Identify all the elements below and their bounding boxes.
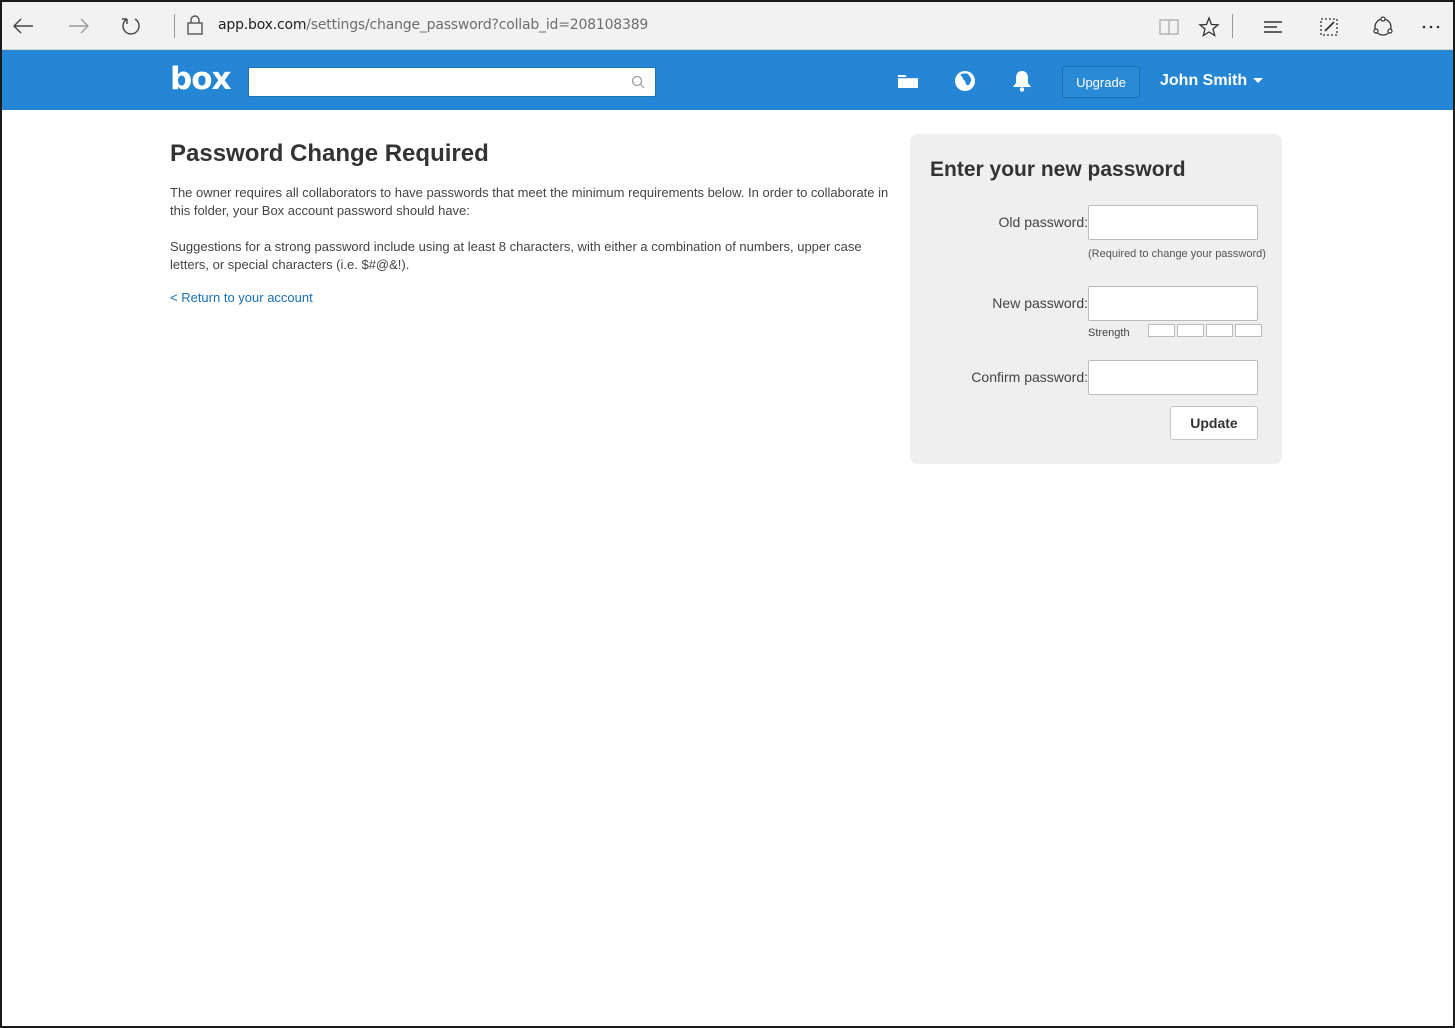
confirm-password-field[interactable]	[1088, 360, 1258, 395]
browser-toolbar: app.box.com/settings/change_password?col…	[2, 2, 1453, 50]
chevron-down-icon	[1253, 78, 1264, 84]
strength-meter-segment	[1235, 324, 1262, 337]
strength-label: Strength	[1088, 327, 1130, 339]
lock-icon	[186, 14, 204, 41]
refresh-icon[interactable]	[116, 10, 146, 42]
forward-icon[interactable]	[64, 10, 94, 42]
suggestions-text: Suggestions for a strong password includ…	[170, 239, 862, 272]
update-button[interactable]: Update	[1170, 406, 1258, 440]
browser-window: app.box.com/settings/change_password?col…	[0, 0, 1455, 1028]
hub-icon[interactable]	[1258, 12, 1288, 42]
reading-view-icon[interactable]	[1154, 12, 1184, 42]
back-icon[interactable]	[8, 10, 38, 42]
url-path: /settings/change_password?collab_id=2081…	[306, 17, 649, 33]
box-logo[interactable]: box	[170, 61, 231, 97]
search-input[interactable]	[248, 67, 656, 97]
old-password-label: Old password:	[998, 214, 1088, 230]
new-password-field[interactable]	[1088, 286, 1258, 321]
old-password-hint: (Required to change your password)	[1088, 248, 1266, 260]
web-note-icon[interactable]	[1314, 12, 1344, 42]
strength-meter-segment	[1177, 324, 1204, 337]
strength-meter-segment	[1148, 324, 1175, 337]
user-name: John Smith	[1160, 72, 1248, 89]
address-bar[interactable]: app.box.com/settings/change_password?col…	[218, 17, 648, 33]
address-separator	[174, 14, 175, 38]
strength-meter-segment	[1206, 324, 1233, 337]
share-icon[interactable]	[1368, 12, 1398, 42]
url-host: app.box.com	[218, 17, 307, 33]
return-to-account-link[interactable]: < Return to your account	[170, 290, 313, 305]
chrome-separator	[1232, 14, 1233, 38]
upgrade-button[interactable]: Upgrade	[1062, 66, 1140, 98]
password-form-panel: Enter your new password Old password: (R…	[910, 134, 1282, 464]
old-password-field[interactable]	[1088, 205, 1258, 240]
bell-icon[interactable]	[1009, 68, 1035, 94]
folder-icon[interactable]	[895, 68, 921, 94]
search-icon[interactable]	[631, 75, 645, 94]
new-password-label: New password:	[992, 295, 1088, 311]
more-icon[interactable]	[1416, 12, 1446, 42]
form-title: Enter your new password	[930, 158, 1186, 181]
user-menu[interactable]: John Smith	[1160, 72, 1264, 90]
globe-icon[interactable]	[952, 68, 978, 94]
page-title: Password Change Required	[170, 140, 489, 167]
box-header: box Upgrade John Smith	[2, 50, 1453, 110]
requirements-text: The owner requires all collaborators to …	[170, 185, 889, 218]
confirm-password-label: Confirm password:	[971, 369, 1088, 385]
favorite-star-icon[interactable]	[1194, 12, 1224, 42]
